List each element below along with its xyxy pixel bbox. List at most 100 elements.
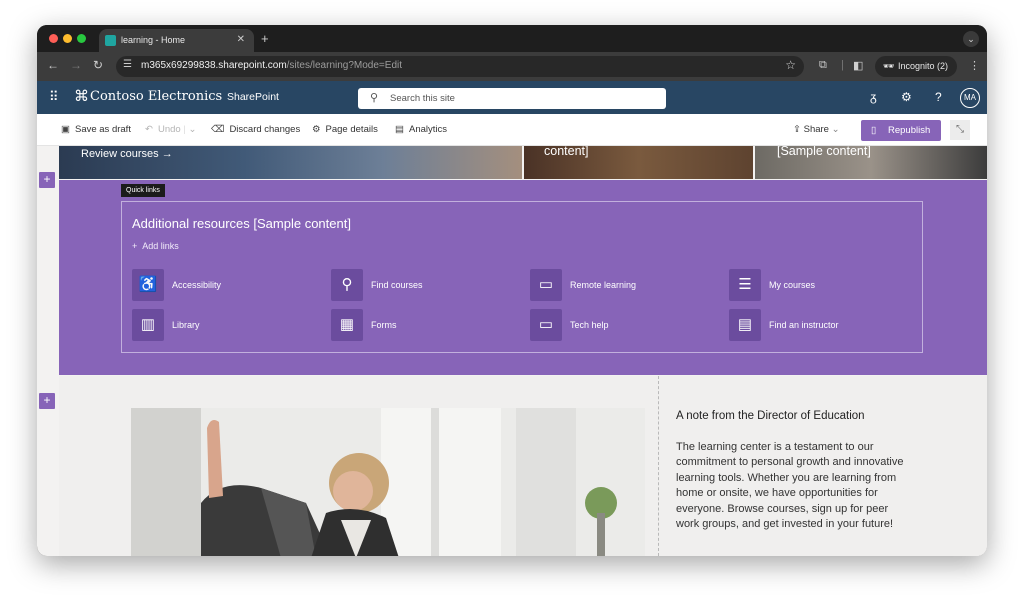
app-launcher-icon[interactable]: ⠿ [49, 89, 59, 105]
search-placeholder: Search this site [390, 93, 455, 104]
maximize-window-button[interactable] [77, 34, 86, 43]
library-icon: ▥ [132, 309, 164, 341]
add-section-button[interactable]: + [39, 172, 55, 188]
quick-link-label: Remote learning [570, 280, 637, 290]
site-info-icon[interactable]: ☰ [123, 59, 132, 70]
minimize-window-button[interactable] [63, 34, 72, 43]
suite-bar: ⠿ ⌘ Contoso Electronics SharePoint ⚲ Sea… [37, 81, 987, 114]
copilot-icon[interactable]: ᵹ [870, 90, 877, 104]
page-canvas: Review courses → content] [Sample conten… [37, 146, 987, 556]
browser-menu-icon[interactable]: ⋮ [969, 59, 980, 72]
help-icon[interactable]: ? [935, 90, 942, 104]
republish-label: Republish [888, 125, 931, 136]
collapse-icon[interactable]: ⤡ [950, 120, 970, 140]
close-window-button[interactable] [49, 34, 58, 43]
incognito-indicator[interactable]: 🕶 Incognito (2) [875, 56, 957, 77]
accessibility-icon: ♿ [132, 269, 164, 301]
url-domain: m365x69299838.sharepoint.com [141, 60, 287, 71]
search-icon: ⚲ [331, 269, 363, 301]
url-field[interactable]: ☰ m365x69299838.sharepoint.com/sites/lea… [116, 56, 804, 77]
checklist-icon: ☰ [729, 269, 761, 301]
arrow-right-icon: → [161, 148, 173, 160]
page-details-label: Page details [325, 124, 378, 135]
brand-name[interactable]: Contoso Electronics [90, 89, 222, 104]
search-icon: ⚲ [370, 92, 379, 104]
hero-link-text: Review courses [81, 148, 159, 160]
clipboard-icon: ▤ [729, 309, 761, 341]
add-links-button[interactable]: + Add links [132, 241, 179, 251]
new-tab-icon[interactable]: + [261, 31, 269, 46]
chevron-down-icon: ⌄ [831, 124, 840, 135]
close-tab-icon[interactable]: ✕ [237, 34, 245, 45]
forward-icon[interactable]: → [70, 58, 82, 72]
command-bar: ▣ Save as draft ↶ Undo | ⌄ ⌫ Discard change… [37, 114, 987, 146]
share-button[interactable]: ⇪ Share ⌄ [793, 124, 840, 135]
director-note-section[interactable]: A note from the Director of Education Th… [59, 376, 987, 556]
share-icon: ⇪ [793, 124, 801, 135]
contoso-logo-icon: ⌘ [74, 88, 89, 105]
hero-tile-review-courses[interactable]: Review courses → [59, 146, 522, 179]
undo-dropdown-icon[interactable]: ⌄ [188, 124, 196, 135]
quick-links-title[interactable]: Additional resources [Sample content] [132, 216, 351, 231]
quick-link-label: My courses [769, 280, 816, 290]
analytics-label: Analytics [408, 124, 447, 135]
quick-links-tag: Quick links [121, 184, 165, 197]
site-search-input[interactable]: ⚲ Search this site [358, 88, 666, 109]
discard-changes-button[interactable]: ⌫ Discard changes [211, 124, 300, 135]
republish-icon: ▯ [871, 125, 877, 136]
tab-search-icon[interactable]: ⌄ [963, 31, 979, 47]
side-panel-icon[interactable]: ◧ [853, 59, 863, 72]
quick-link-label: Find an instructor [769, 320, 839, 330]
bookmark-star-icon[interactable]: ☆ [785, 58, 796, 72]
avatar[interactable]: MA [960, 88, 980, 108]
quick-link-label: Find courses [371, 280, 423, 290]
save-as-draft-button[interactable]: ▣ Save as draft [61, 124, 131, 135]
url-path: /sites/learning?Mode=Edit [286, 60, 403, 71]
quick-link-label: Forms [371, 320, 397, 330]
analytics-button[interactable]: ▤ Analytics [395, 124, 447, 135]
quick-links-webpart[interactable]: Additional resources [Sample content] + … [121, 201, 923, 353]
hero-tile-2-text: content] [544, 146, 589, 158]
address-bar-row: ← → ↻ ☰ m365x69299838.sharepoint.com/sit… [37, 52, 987, 81]
page-details-button[interactable]: ⚙ Page details [312, 124, 378, 135]
quick-links-section[interactable]: Additional resources [Sample content] + … [59, 180, 987, 375]
add-links-label: Add links [142, 241, 179, 251]
undo-button[interactable]: ↶ Undo | ⌄ [145, 124, 196, 135]
add-section-button[interactable]: + [39, 393, 55, 409]
undo-icon: ↶ [145, 124, 153, 135]
sharepoint-favicon-icon [105, 35, 116, 46]
quick-link-label: Accessibility [172, 280, 222, 290]
column-divider [658, 376, 659, 556]
director-photo[interactable] [131, 408, 645, 556]
hero-tile-2[interactable]: content] [524, 146, 753, 179]
browser-window: learning - Home ✕ + ⌄ ← → ↻ ☰ m365x69299… [37, 25, 987, 556]
note-body[interactable]: The learning center is a testament to ou… [676, 440, 914, 532]
discard-changes-label: Discard changes [229, 124, 301, 135]
undo-label: Undo [157, 124, 181, 135]
remote-learning-icon: ▭ [530, 269, 562, 301]
director-photo-image [131, 408, 645, 556]
save-as-draft-label: Save as draft [74, 124, 131, 135]
republish-button[interactable]: ▯ Republish [861, 120, 941, 141]
quick-link-label: Tech help [570, 320, 609, 330]
hero-tile-3-text: [Sample content] [777, 146, 871, 158]
share-label: Share [803, 124, 829, 135]
settings-gear-icon[interactable]: ⚙ [901, 90, 912, 104]
quick-link-label: Library [172, 320, 200, 330]
incognito-label: Incognito (2) [898, 61, 949, 71]
tech-help-icon: ▭ [530, 309, 562, 341]
incognito-icon: 🕶 [883, 61, 895, 71]
reload-icon[interactable]: ↻ [93, 58, 103, 72]
plus-icon: + [132, 241, 138, 251]
forms-icon: ▦ [331, 309, 363, 341]
tab-title: learning - Home [121, 35, 186, 45]
browser-tab[interactable]: learning - Home ✕ [99, 29, 254, 52]
back-icon[interactable]: ← [47, 58, 59, 72]
extensions-icon[interactable]: ⧉ [819, 59, 827, 72]
gear-icon: ⚙ [312, 124, 321, 135]
tab-bar: learning - Home ✕ + ⌄ [37, 25, 987, 52]
hero-tile-3[interactable]: [Sample content] [755, 146, 987, 179]
analytics-icon: ▤ [395, 124, 404, 135]
app-name[interactable]: SharePoint [227, 91, 279, 103]
note-title[interactable]: A note from the Director of Education [676, 410, 865, 422]
